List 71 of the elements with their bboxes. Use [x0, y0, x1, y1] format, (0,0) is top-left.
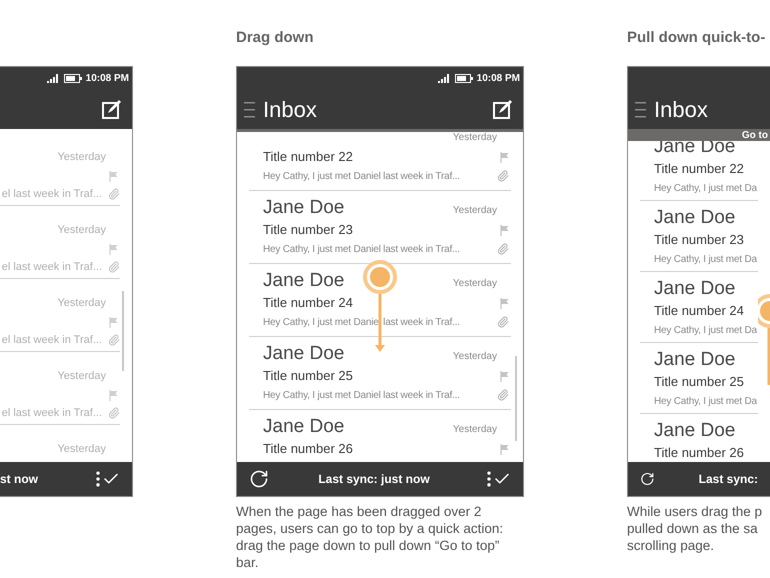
caption-line: pulled down as the sa: [627, 520, 759, 537]
email-subject: Title number 24: [654, 302, 744, 320]
email-date: Yesterday: [452, 277, 498, 291]
email-subject: Title number 26: [654, 444, 744, 462]
sender-name: Jane Doe: [654, 277, 736, 301]
email-preview: Hey Cathy, I just met Daniel last week in Traf...: [263, 388, 460, 402]
paperclip-icon: [108, 334, 120, 346]
email-preview: Hey Cathy, I just met Daniel last week in Traf...: [263, 242, 460, 256]
inbox-title: Inbox: [263, 96, 318, 124]
menu-icon[interactable]: [244, 100, 255, 118]
paperclip-icon: [108, 261, 120, 273]
caption-text: When the page has been dragged over 2 pages, users can go to top by a quick action: drag the page down to pull down “Go to top” bar.: [236, 503, 504, 571]
sender-name: Jane Doe: [263, 415, 344, 439]
email-preview: Hey Cathy, I just met Da: [654, 252, 757, 266]
sender-name: Jane Doe: [263, 196, 344, 220]
sender-name: Jane Doe: [654, 206, 736, 230]
email-date: Yesterday: [452, 423, 498, 437]
email-subject: Title number 23: [654, 231, 744, 250]
email-preview: Hey Cathy, I just met Da: [654, 324, 757, 338]
sender-name: Jane Doe: [654, 348, 736, 372]
sender-name: Jane Doe: [263, 269, 344, 293]
email-subject: Title number 23: [263, 221, 353, 240]
battery-icon: [64, 74, 82, 82]
last-sync-text: st now: [0, 471, 38, 488]
email-preview: Hey Cathy, I just met Da: [654, 182, 757, 196]
caption-line: scrolling page.: [627, 537, 716, 554]
go-to-top-text: Go to: [742, 130, 768, 141]
paperclip-icon: [497, 170, 509, 182]
email-date: Yesterday: [452, 350, 498, 364]
menu-icon[interactable]: [635, 100, 646, 118]
go-to-top-bar[interactable]: Go to: [628, 129, 770, 141]
signal-icon: [46, 74, 60, 82]
battery-icon: [454, 74, 473, 82]
status-time: 10:08 PM: [86, 72, 129, 86]
last-sync-text: Last sync: just now: [317, 471, 431, 488]
email-subject: Title number 26: [263, 440, 353, 458]
compose-icon[interactable]: [102, 99, 122, 119]
email-subject: Title number 22: [654, 160, 744, 178]
paperclip-icon: [497, 316, 509, 328]
sync-icon[interactable]: [249, 469, 269, 489]
email-preview: el last week in Traf...: [2, 260, 102, 275]
compose-icon[interactable]: [493, 99, 513, 119]
email-preview: Hey Cathy, I just met Daniel last week in Traf...: [263, 170, 460, 184]
email-preview: el last week in Traf...: [2, 186, 102, 202]
email-subject: Title number 22: [263, 148, 353, 166]
email-preview: Hey Cathy, I just met Da: [654, 394, 757, 408]
status-time: 10:08 PM: [476, 72, 520, 86]
paperclip-icon: [108, 188, 120, 200]
paperclip-icon: [108, 407, 120, 419]
inbox-title: Inbox: [654, 96, 708, 124]
email-date: Yesterday: [57, 442, 107, 457]
email-subject: Title number 25: [263, 367, 353, 386]
email-preview: el last week in Traf...: [2, 406, 102, 421]
email-preview: el last week in Traf...: [2, 332, 102, 348]
email-date: Yesterday: [57, 150, 107, 165]
signal-icon: [438, 74, 451, 82]
email-date: Yesterday: [57, 368, 107, 384]
last-sync-text: Last sync:: [698, 471, 758, 488]
email-subject: Title number 25: [654, 373, 744, 392]
paperclip-icon: [497, 243, 509, 255]
paperclip-icon: [497, 389, 509, 401]
email-subject: Title number 24: [263, 294, 353, 312]
section-heading: Pull down quick-to-: [627, 29, 766, 46]
section-heading: Drag down: [236, 29, 314, 46]
email-date: Yesterday: [57, 222, 107, 238]
sender-name: Jane Doe: [263, 342, 344, 366]
email-date: Yesterday: [452, 131, 498, 145]
email-date: Yesterday: [57, 296, 107, 311]
caption-line: While users drag the p: [627, 503, 764, 520]
sender-name: Jane Doe: [654, 419, 736, 443]
email-date: Yesterday: [452, 204, 498, 218]
